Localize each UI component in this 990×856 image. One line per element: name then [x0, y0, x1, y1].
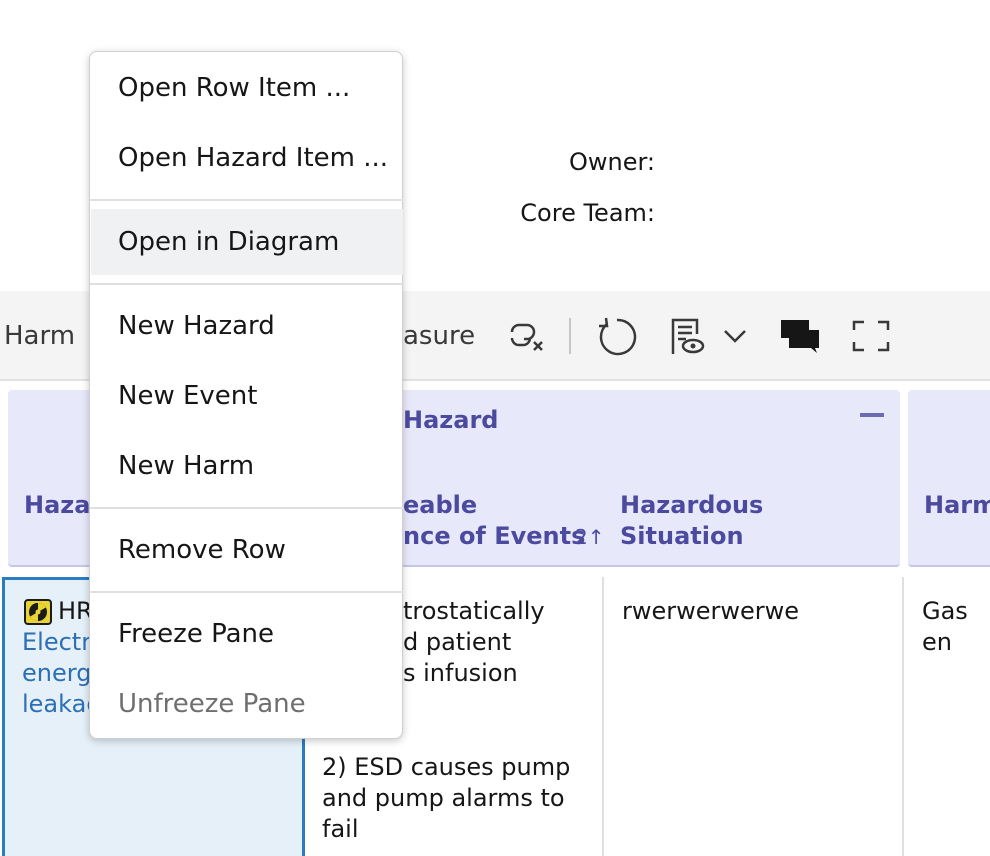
menu-divider [90, 199, 404, 201]
events-text-line4: 2) ESD causes pump [322, 753, 571, 781]
hazard-item-icon [24, 599, 52, 625]
col-harm-label: Harm [924, 491, 990, 519]
menu-item-open-in-diagram[interactable]: Open in Diagram [91, 209, 403, 275]
menu-item-new-hazard[interactable]: New Hazard [91, 293, 403, 359]
fullscreen-icon[interactable] [850, 311, 892, 361]
sort-ascending-indicator[interactable]: 2↑ [575, 525, 604, 549]
menu-item-freeze-pane[interactable]: Freeze Pane [91, 601, 403, 667]
menu-item-new-event[interactable]: New Event [91, 363, 403, 429]
events-text-line5: and pump alarms to [322, 784, 565, 812]
comments-icon[interactable] [778, 311, 822, 361]
hazard-link-line2[interactable]: energ [22, 658, 91, 689]
menu-item-open-row-item[interactable]: Open Row Item ... [91, 55, 403, 121]
menu-item-new-harm[interactable]: New Harm [91, 433, 403, 499]
events-text-line6: fail [322, 815, 359, 843]
hazard-id: HR [58, 597, 93, 625]
group-hazard-title: Hazard [403, 406, 499, 434]
chevron-down-icon[interactable] [720, 311, 750, 361]
menu-divider [90, 507, 404, 509]
report-view-icon[interactable] [668, 311, 708, 361]
context-menu: Open Row Item ... Open Hazard Item ... O… [89, 51, 404, 739]
col-situation-label-line1: Hazardous [620, 491, 764, 519]
measure-filter-label[interactable]: asure [403, 321, 475, 351]
events-text-line1: trostatically [403, 597, 545, 625]
events-text-line3: s infusion [403, 659, 518, 687]
menu-divider [90, 283, 404, 285]
menu-divider [90, 591, 404, 593]
harm-text: Gas en [922, 597, 968, 656]
events-text-line2: d patient [403, 628, 512, 656]
situation-text: rwerwerwerwe [622, 597, 800, 625]
refresh-icon[interactable] [595, 311, 639, 361]
hazard-link-line1[interactable]: Electr [22, 627, 91, 658]
menu-item-open-hazard-item[interactable]: Open Hazard Item ... [91, 125, 403, 191]
menu-item-remove-row[interactable]: Remove Row [91, 517, 403, 583]
collapse-group-button[interactable] [860, 413, 884, 417]
col-events-label-line2: nce of Events [403, 522, 586, 550]
harm-filter-label[interactable]: Harm [4, 321, 75, 351]
unlink-icon[interactable] [504, 311, 548, 361]
harm-column-header[interactable] [908, 390, 990, 567]
toolbar-divider [569, 318, 571, 354]
menu-item-unfreeze-pane: Unfreeze Pane [118, 689, 306, 719]
col-situation-label-line2: Situation [620, 522, 744, 550]
col-events-label-line1: eable [403, 491, 478, 519]
